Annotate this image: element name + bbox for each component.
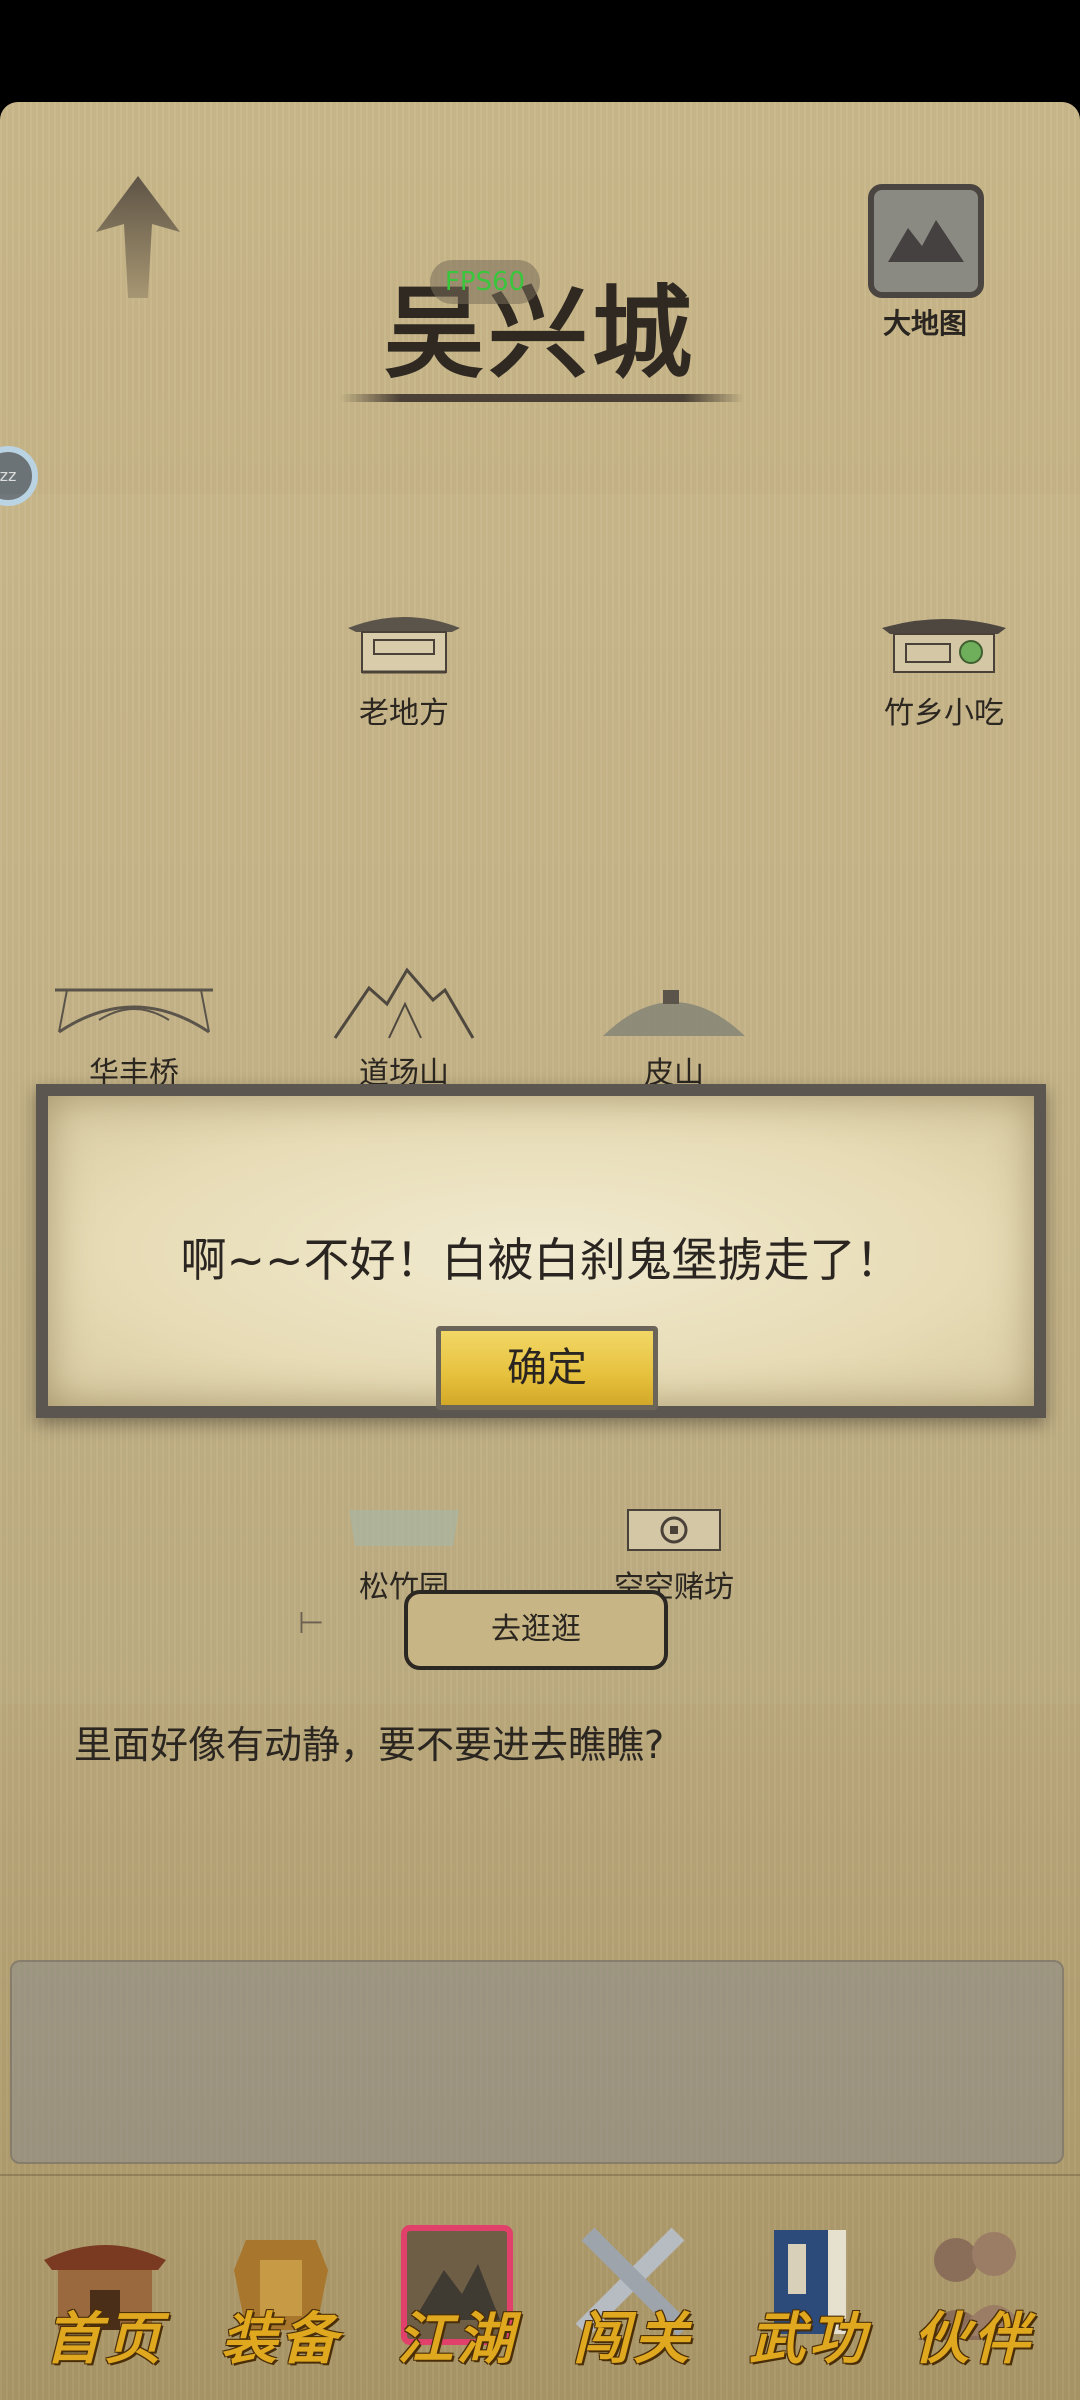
hint-text: 里面好像有动静，要不要进去瞧瞧?: [74, 1723, 665, 1767]
nav-label: 装备: [221, 2307, 341, 2372]
location-label: 老地方: [359, 696, 449, 731]
bridge-icon: [55, 988, 213, 1034]
go-stroll-button[interactable]: 去逛逛: [404, 1590, 668, 1670]
location-daochangshan[interactable]: 道场山: [314, 964, 494, 1092]
fps-counter: FPS60: [430, 260, 540, 304]
location-zhuxiangxiaochi[interactable]: 竹乡小吃: [854, 602, 1034, 732]
garden-icon: [349, 1510, 459, 1546]
location-label: 竹乡小吃: [884, 696, 1004, 731]
message-log: [10, 1960, 1064, 2164]
confirm-button[interactable]: 确定: [436, 1326, 658, 1410]
nav-label: 江湖: [397, 2307, 517, 2372]
nav-label: 武功: [749, 2307, 869, 2372]
world-map-button[interactable]: [868, 184, 984, 298]
world-map-label: 大地图: [882, 307, 967, 340]
mountain-icon: [333, 967, 475, 1039]
nav-equipment[interactable]: 装备: [206, 2176, 356, 2400]
bottom-nav: 首页 装备 江湖 闯关 武功 伙伴: [0, 2174, 1080, 2400]
nav-partners[interactable]: 伙伴: [898, 2176, 1048, 2400]
dialog-message: 啊~~不好！白被白刹鬼堡掳走了！: [180, 1233, 902, 1287]
location-pishan[interactable]: 皮山: [584, 972, 764, 1092]
gambling-house-icon: [627, 1509, 721, 1551]
nav-label: 闯关: [573, 2307, 693, 2372]
nav-label: 伙伴: [913, 2307, 1033, 2372]
path-marker-left: ⊢: [298, 1606, 325, 1641]
inn-building-icon: [348, 617, 460, 674]
alert-dialog: 啊~~不好！白被白刹鬼堡掳走了！ 确定: [36, 1084, 1046, 1418]
nav-label: 首页: [45, 2307, 165, 2372]
nav-jianghu[interactable]: 江湖: [382, 2176, 532, 2400]
title-underline: [340, 394, 744, 402]
nav-challenge[interactable]: 闯关: [558, 2176, 708, 2400]
snack-shop-icon: [882, 619, 1006, 673]
location-huafengqiao[interactable]: 华丰桥: [44, 972, 224, 1092]
nav-martial-arts[interactable]: 武功: [734, 2176, 884, 2400]
location-laodifang[interactable]: 老地方: [314, 602, 494, 732]
mountain-map-icon: [888, 220, 964, 262]
nav-home[interactable]: 首页: [30, 2176, 180, 2400]
hill-icon: [603, 990, 745, 1036]
